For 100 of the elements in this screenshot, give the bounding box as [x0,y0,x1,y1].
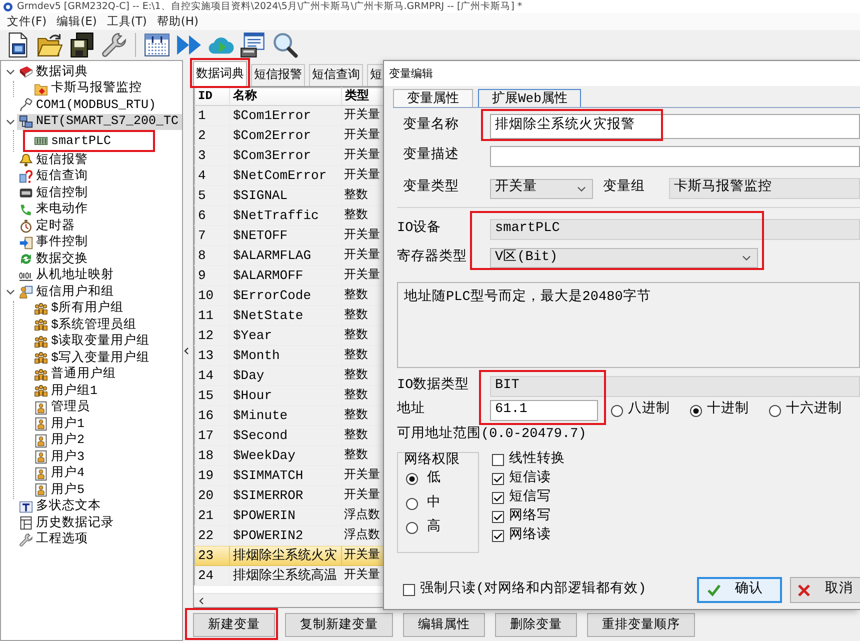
table-icon [19,516,33,530]
folder-icon [34,82,48,96]
tree-item[interactable]: 多状态文本 [17,498,103,515]
tab[interactable]: 短信报警 [251,64,305,86]
group-field[interactable]: 卡斯马报警监控 [669,178,860,199]
chevron-down-icon [577,186,586,192]
tree-item[interactable]: 用户5 [32,482,87,498]
radio-option[interactable]: 十六进制 [769,402,842,419]
tree-item[interactable]: 来电动作 [17,202,90,218]
column-header[interactable]: 类型 [342,88,384,106]
cancel-button[interactable]: 取消 [790,577,860,604]
table-cell: $NetComError [230,166,342,186]
table-cell: 24 [194,566,230,586]
stopwatch-icon [19,219,33,234]
people-icon [34,384,48,398]
address-field[interactable]: 61.1 [490,400,598,421]
action-button[interactable]: 新建变量 [193,613,275,637]
confirm-button[interactable]: 确认 [697,577,782,604]
field-label: 变量组 [603,180,646,197]
checkbox-option[interactable]: 线性转换 [492,452,565,468]
tree-item[interactable]: 短信控制 [17,185,90,202]
radio-option[interactable]: 高 [406,520,441,536]
tree-item[interactable]: $读取变量用户组 [32,334,152,350]
wrench-icon [101,32,127,58]
bell-icon [19,153,33,168]
table-row[interactable]: 23 排烟除尘系统火灾 开关量 [194,546,384,566]
question-icon [19,170,33,184]
tree-item[interactable]: 管理员 [32,400,92,416]
check-icon [707,584,721,597]
tree-item[interactable]: 工程选项 [17,532,90,548]
menu-item[interactable]: 帮助(H) [152,13,204,30]
radio-option[interactable]: 中 [406,496,441,512]
table-cell: $NetState [230,306,342,326]
tree-item[interactable]: 定时器 [17,218,77,234]
dialog-tab[interactable]: 变量属性 [393,89,473,107]
tree-item[interactable]: 从机地址映射 [17,268,116,284]
tree-item[interactable]: 数据交换 [17,251,90,268]
checkbox-option[interactable]: 强制只读(对网络和内部逻辑都有效) [403,582,646,598]
register-type-dropdown[interactable]: V区(Bit) [490,248,758,268]
tab[interactable]: 短信查询 [309,64,363,86]
tree-item[interactable]: 短信查询 [17,168,90,185]
tree-item[interactable]: 用户3 [32,449,87,466]
checkbox-option[interactable]: 网络读 [492,528,551,544]
tree-item[interactable]: 历史数据记录 [17,515,116,532]
radio-option[interactable]: 十进制 [690,402,749,419]
field-label: 地址 [397,402,426,419]
menu-item[interactable]: 编辑(E) [52,13,102,30]
tree-item[interactable]: 用户组1 [32,383,100,400]
table-cell: $NETOFF [230,226,342,246]
radio-option[interactable]: 低 [406,471,441,488]
toolbar-button[interactable] [142,31,172,59]
tree-item[interactable]: COM1(MODBUS_RTU) [17,97,158,114]
group-title: 网络权限 [404,453,461,470]
phone-icon [19,202,33,217]
device-field[interactable]: smartPLC [490,219,860,240]
action-button[interactable]: 删除变量 [495,613,577,637]
tree-item[interactable]: NET(SMART_S7_200_TC [17,114,182,130]
name-field[interactable]: 排烟除尘系统火灾报警 [490,114,860,139]
tree-item[interactable]: 普通用户组 [32,366,118,383]
checkbox-option[interactable]: 短信读 [492,471,551,486]
table-cell: $ALARMOFF [230,266,342,286]
tree-item[interactable]: smartPLC [32,133,114,149]
module-icon [34,134,48,148]
tree-item[interactable]: 卡斯马报警监控 [32,80,144,97]
tree-item[interactable]: 用户2 [32,432,87,449]
tree-item[interactable]: $系统管理员组 [32,317,139,334]
tree-item[interactable]: 事件控制 [17,234,90,251]
tree-item[interactable]: $所有用户组 [32,300,126,317]
tree-item[interactable]: 数据词典 [17,64,90,80]
floppy-disk-icon [69,32,95,58]
tab[interactable]: 数据词典 [193,61,247,86]
column-header[interactable]: ID [194,88,230,106]
menu-item[interactable]: 工具(T) [102,13,152,30]
user-icon [34,417,48,432]
column-header[interactable]: 名称 [230,88,342,106]
tree-item[interactable]: $写入变量用户组 [32,350,152,366]
people-icon [34,318,48,332]
action-button[interactable]: 复制新建变量 [285,613,393,637]
tree-item[interactable]: 短信用户和组 [17,284,116,300]
toolbar-button[interactable] [35,31,65,59]
tree-item[interactable]: 用户1 [32,416,87,432]
data-type-field[interactable]: BIT [490,376,860,397]
tree-item[interactable]: 短信报警 [17,152,90,168]
type-dropdown[interactable]: 开关量 [490,178,593,198]
table-cell: $Minute [230,406,342,426]
table-cell: 4 [194,166,230,186]
dialog-tab[interactable]: 扩展Web属性 [478,89,582,107]
action-button[interactable]: 重排变量顺序 [587,613,695,637]
table-cell: 20 [194,486,230,506]
checkbox-option[interactable]: 短信写 [492,490,551,506]
table-cell: 6 [194,206,230,226]
user-icon [34,466,48,481]
radio-option[interactable]: 八进制 [611,402,670,419]
menu-item[interactable]: 文件(F) [2,13,52,30]
table-cell: 13 [194,346,230,366]
tree-item[interactable]: 用户4 [32,466,87,482]
action-button[interactable]: 编辑属性 [403,613,485,637]
description-field[interactable] [490,146,860,167]
people-icon [34,351,48,366]
checkbox-option[interactable]: 网络写 [492,509,551,524]
